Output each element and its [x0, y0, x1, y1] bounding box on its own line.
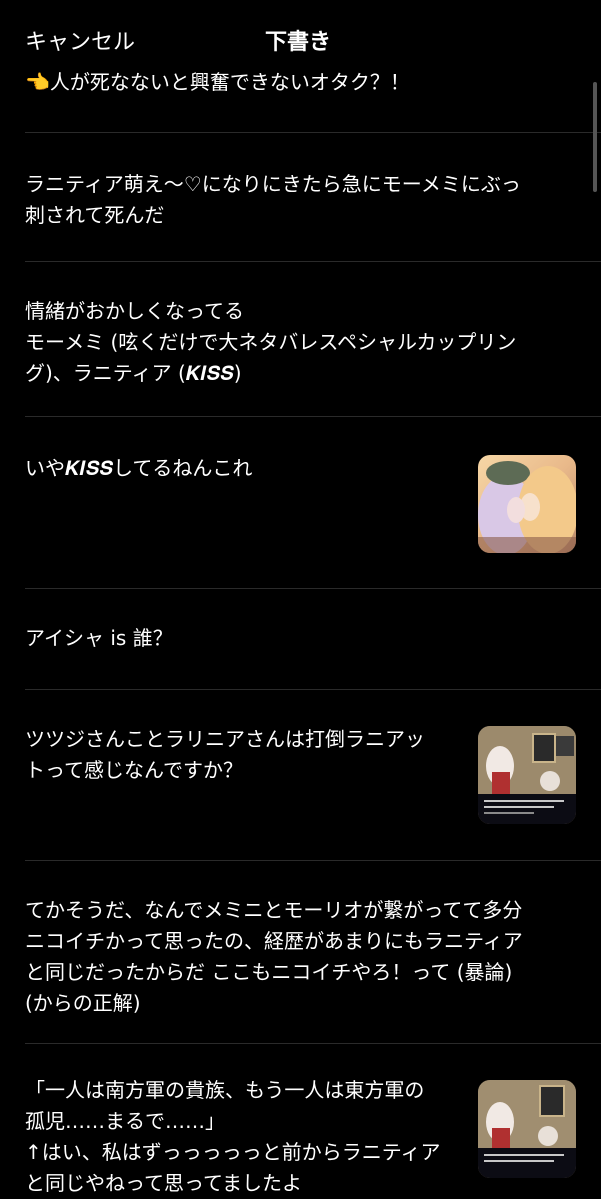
draft-item[interactable]: 👈人が死なないと興奮できないオタク？！ — [0, 65, 601, 133]
draft-text: アイシャ is 誰？ — [25, 626, 173, 650]
draft-text: 👈人が死なないと興奮できないオタク？！ — [25, 70, 410, 94]
draft-item[interactable]: ツツジさんことラリニアさんは打倒ラニアッ トって感じなんですか？ — [0, 690, 601, 860]
draft-item[interactable]: 情緒がおかしくなってる モーメミ (呟くだけで大ネタバレスペシャルカップリン グ… — [0, 262, 601, 416]
drafts-list: 👈人が死なないと興奮できないオタク？！ ラニティア萌え〜♡になりにきたら急にモー… — [0, 0, 601, 1199]
draft-text: ツツジさんことラリニアさんは打倒ラニアッ トって感じなんですか？ — [25, 727, 425, 782]
cancel-button[interactable]: キャンセル — [25, 24, 135, 56]
game-screenshot-thumbnail[interactable] — [478, 726, 576, 824]
draft-text: いや𝑲𝑰𝑺𝑺してるねんこれ — [25, 456, 253, 480]
anime-kiss-illustration-thumbnail[interactable] — [478, 455, 576, 553]
page-title: 下書き — [265, 30, 332, 55]
draft-item[interactable]: アイシャ is 誰？ — [0, 589, 601, 689]
draft-text: てかそうだ、なんでメミニとモーリオが繋がってて多分 ニコイチかって思ったの、経歴… — [25, 898, 523, 1015]
draft-text: ラニティア萌え〜♡になりにきたら急にモーメミにぶっ 刺されて死んだ — [25, 172, 521, 227]
draft-item[interactable]: 「一人は南方軍の貴族、もう一人は東方軍の 孤児……まるで……」 ↑はい、私はずっ… — [0, 1044, 601, 1199]
navigation-header: キャンセル 下書き — [0, 0, 601, 70]
draft-item[interactable]: いや𝑲𝑰𝑺𝑺してるねんこれ — [0, 417, 601, 588]
scrollbar[interactable] — [593, 82, 597, 192]
game-screenshot-icon — [478, 726, 576, 824]
draft-text: 情緒がおかしくなってる モーメミ (呟くだけで大ネタバレスペシャルカップリン グ… — [25, 299, 517, 385]
draft-item[interactable]: ラニティア萌え〜♡になりにきたら急にモーメミにぶっ 刺されて死んだ — [0, 133, 601, 261]
game-screenshot-icon — [478, 1080, 576, 1178]
anime-kiss-illustration-icon — [478, 455, 576, 553]
draft-item[interactable]: てかそうだ、なんでメミニとモーリオが繋がってて多分 ニコイチかって思ったの、経歴… — [0, 861, 601, 1043]
game-screenshot-thumbnail[interactable] — [478, 1080, 576, 1178]
draft-text: 「一人は南方軍の貴族、もう一人は東方軍の 孤児……まるで……」 ↑はい、私はずっ… — [25, 1078, 441, 1195]
